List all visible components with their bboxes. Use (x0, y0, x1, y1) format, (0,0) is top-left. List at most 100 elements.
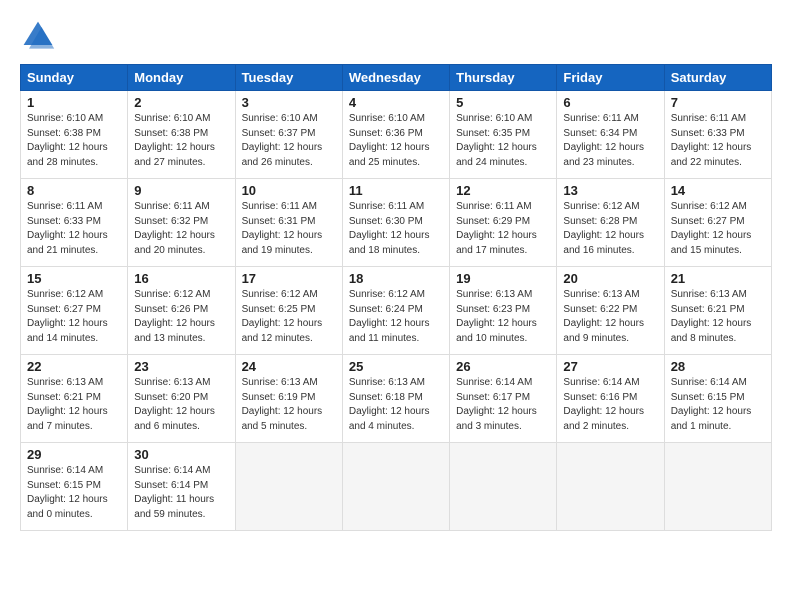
day-info: Sunrise: 6:13 AM Sunset: 6:23 PM Dayligh… (456, 288, 550, 346)
calendar-cell: 28 Sunrise: 6:14 AM Sunset: 6:15 PM Dayli… (664, 355, 771, 443)
calendar-cell: 12 Sunrise: 6:11 AM Sunset: 6:29 PM Dayli… (450, 179, 557, 267)
day-info: Sunrise: 6:11 AM Sunset: 6:32 PM Dayligh… (134, 200, 228, 258)
calendar-cell: 14Sunrise: 6:12 AM Sunset: 6:27 PM Dayli… (664, 179, 771, 267)
logo-icon (20, 18, 56, 54)
day-number: 20 (563, 271, 657, 286)
weekday-header-row: SundayMondayTuesdayWednesdayThursdayFrid… (21, 65, 772, 91)
calendar-cell: 22 Sunrise: 6:13 AM Sunset: 6:21 PM Dayli… (21, 355, 128, 443)
calendar-cell: 7 Sunrise: 6:11 AM Sunset: 6:33 PM Daylig… (664, 91, 771, 179)
calendar-cell: 10 Sunrise: 6:11 AM Sunset: 6:31 PM Dayli… (235, 179, 342, 267)
day-info: Sunrise: 6:11 AM Sunset: 6:29 PM Dayligh… (456, 200, 550, 258)
calendar: SundayMondayTuesdayWednesdayThursdayFrid… (20, 64, 772, 531)
calendar-cell: 13 Sunrise: 6:12 AM Sunset: 6:28 PM Dayli… (557, 179, 664, 267)
header (20, 18, 772, 54)
week-row-3: 15Sunrise: 6:12 AM Sunset: 6:27 PM Dayli… (21, 267, 772, 355)
day-info: Sunrise: 6:12 AM Sunset: 6:24 PM Dayligh… (349, 288, 443, 346)
day-info: Sunrise: 6:11 AM Sunset: 6:33 PM Dayligh… (27, 200, 121, 258)
day-number: 24 (242, 359, 336, 374)
day-info: Sunrise: 6:14 AM Sunset: 6:17 PM Dayligh… (456, 376, 550, 434)
day-number: 19 (456, 271, 550, 286)
day-number: 21 (671, 271, 765, 286)
day-number: 27 (563, 359, 657, 374)
day-info: Sunrise: 6:11 AM Sunset: 6:34 PM Dayligh… (563, 112, 657, 170)
day-number: 9 (134, 183, 228, 198)
day-info: Sunrise: 6:12 AM Sunset: 6:25 PM Dayligh… (242, 288, 336, 346)
calendar-cell: 29Sunrise: 6:14 AM Sunset: 6:15 PM Dayli… (21, 443, 128, 531)
calendar-cell: 9 Sunrise: 6:11 AM Sunset: 6:32 PM Daylig… (128, 179, 235, 267)
day-info: Sunrise: 6:12 AM Sunset: 6:28 PM Dayligh… (563, 200, 657, 258)
day-number: 5 (456, 95, 550, 110)
calendar-cell: 4Sunrise: 6:10 AM Sunset: 6:36 PM Daylig… (342, 91, 449, 179)
day-number: 29 (27, 447, 121, 462)
weekday-header-sunday: Sunday (21, 65, 128, 91)
weekday-header-monday: Monday (128, 65, 235, 91)
day-number: 28 (671, 359, 765, 374)
day-info: Sunrise: 6:14 AM Sunset: 6:16 PM Dayligh… (563, 376, 657, 434)
day-info: Sunrise: 6:13 AM Sunset: 6:18 PM Dayligh… (349, 376, 443, 434)
day-info: Sunrise: 6:12 AM Sunset: 6:26 PM Dayligh… (134, 288, 228, 346)
day-info: Sunrise: 6:13 AM Sunset: 6:22 PM Dayligh… (563, 288, 657, 346)
day-info: Sunrise: 6:12 AM Sunset: 6:27 PM Dayligh… (671, 200, 765, 258)
calendar-cell (235, 443, 342, 531)
calendar-cell: 20 Sunrise: 6:13 AM Sunset: 6:22 PM Dayli… (557, 267, 664, 355)
calendar-cell (342, 443, 449, 531)
day-info: Sunrise: 6:10 AM Sunset: 6:36 PM Dayligh… (349, 112, 443, 170)
day-number: 13 (563, 183, 657, 198)
day-info: Sunrise: 6:10 AM Sunset: 6:35 PM Dayligh… (456, 112, 550, 170)
day-info: Sunrise: 6:13 AM Sunset: 6:21 PM Dayligh… (671, 288, 765, 346)
calendar-cell: 8 Sunrise: 6:11 AM Sunset: 6:33 PM Daylig… (21, 179, 128, 267)
calendar-cell: 1 Sunrise: 6:10 AM Sunset: 6:38 PM Daylig… (21, 91, 128, 179)
day-number: 11 (349, 183, 443, 198)
day-number: 2 (134, 95, 228, 110)
day-number: 7 (671, 95, 765, 110)
calendar-cell: 2 Sunrise: 6:10 AM Sunset: 6:38 PM Daylig… (128, 91, 235, 179)
day-number: 30 (134, 447, 228, 462)
calendar-cell: 23 Sunrise: 6:13 AM Sunset: 6:20 PM Dayli… (128, 355, 235, 443)
day-number: 8 (27, 183, 121, 198)
day-info: Sunrise: 6:14 AM Sunset: 6:15 PM Dayligh… (671, 376, 765, 434)
day-number: 26 (456, 359, 550, 374)
day-info: Sunrise: 6:11 AM Sunset: 6:30 PM Dayligh… (349, 200, 443, 258)
day-info: Sunrise: 6:10 AM Sunset: 6:37 PM Dayligh… (242, 112, 336, 170)
day-number: 25 (349, 359, 443, 374)
day-info: Sunrise: 6:14 AM Sunset: 6:14 PM Dayligh… (134, 464, 228, 522)
day-number: 12 (456, 183, 550, 198)
weekday-header-saturday: Saturday (664, 65, 771, 91)
weekday-header-wednesday: Wednesday (342, 65, 449, 91)
week-row-5: 29Sunrise: 6:14 AM Sunset: 6:15 PM Dayli… (21, 443, 772, 531)
calendar-cell: 27 Sunrise: 6:14 AM Sunset: 6:16 PM Dayli… (557, 355, 664, 443)
day-number: 1 (27, 95, 121, 110)
calendar-cell: 15Sunrise: 6:12 AM Sunset: 6:27 PM Dayli… (21, 267, 128, 355)
calendar-cell: 24 Sunrise: 6:13 AM Sunset: 6:19 PM Dayli… (235, 355, 342, 443)
day-info: Sunrise: 6:11 AM Sunset: 6:33 PM Dayligh… (671, 112, 765, 170)
calendar-cell (664, 443, 771, 531)
day-info: Sunrise: 6:11 AM Sunset: 6:31 PM Dayligh… (242, 200, 336, 258)
day-info: Sunrise: 6:10 AM Sunset: 6:38 PM Dayligh… (27, 112, 121, 170)
weekday-header-thursday: Thursday (450, 65, 557, 91)
week-row-2: 8 Sunrise: 6:11 AM Sunset: 6:33 PM Daylig… (21, 179, 772, 267)
calendar-cell: 19 Sunrise: 6:13 AM Sunset: 6:23 PM Dayli… (450, 267, 557, 355)
day-number: 15 (27, 271, 121, 286)
day-number: 10 (242, 183, 336, 198)
day-number: 18 (349, 271, 443, 286)
calendar-cell: 17Sunrise: 6:12 AM Sunset: 6:25 PM Dayli… (235, 267, 342, 355)
calendar-cell: 26 Sunrise: 6:14 AM Sunset: 6:17 PM Dayli… (450, 355, 557, 443)
day-number: 23 (134, 359, 228, 374)
calendar-cell: 16 Sunrise: 6:12 AM Sunset: 6:26 PM Dayli… (128, 267, 235, 355)
day-info: Sunrise: 6:13 AM Sunset: 6:19 PM Dayligh… (242, 376, 336, 434)
calendar-cell: 18 Sunrise: 6:12 AM Sunset: 6:24 PM Dayli… (342, 267, 449, 355)
day-number: 3 (242, 95, 336, 110)
day-info: Sunrise: 6:13 AM Sunset: 6:20 PM Dayligh… (134, 376, 228, 434)
calendar-cell: 5 Sunrise: 6:10 AM Sunset: 6:35 PM Daylig… (450, 91, 557, 179)
day-number: 16 (134, 271, 228, 286)
week-row-4: 22 Sunrise: 6:13 AM Sunset: 6:21 PM Dayli… (21, 355, 772, 443)
calendar-cell: 11 Sunrise: 6:11 AM Sunset: 6:30 PM Dayli… (342, 179, 449, 267)
day-number: 22 (27, 359, 121, 374)
day-number: 6 (563, 95, 657, 110)
page: SundayMondayTuesdayWednesdayThursdayFrid… (0, 0, 792, 612)
weekday-header-tuesday: Tuesday (235, 65, 342, 91)
day-info: Sunrise: 6:10 AM Sunset: 6:38 PM Dayligh… (134, 112, 228, 170)
weekday-header-friday: Friday (557, 65, 664, 91)
calendar-cell: 30 Sunrise: 6:14 AM Sunset: 6:14 PM Dayli… (128, 443, 235, 531)
day-info: Sunrise: 6:13 AM Sunset: 6:21 PM Dayligh… (27, 376, 121, 434)
